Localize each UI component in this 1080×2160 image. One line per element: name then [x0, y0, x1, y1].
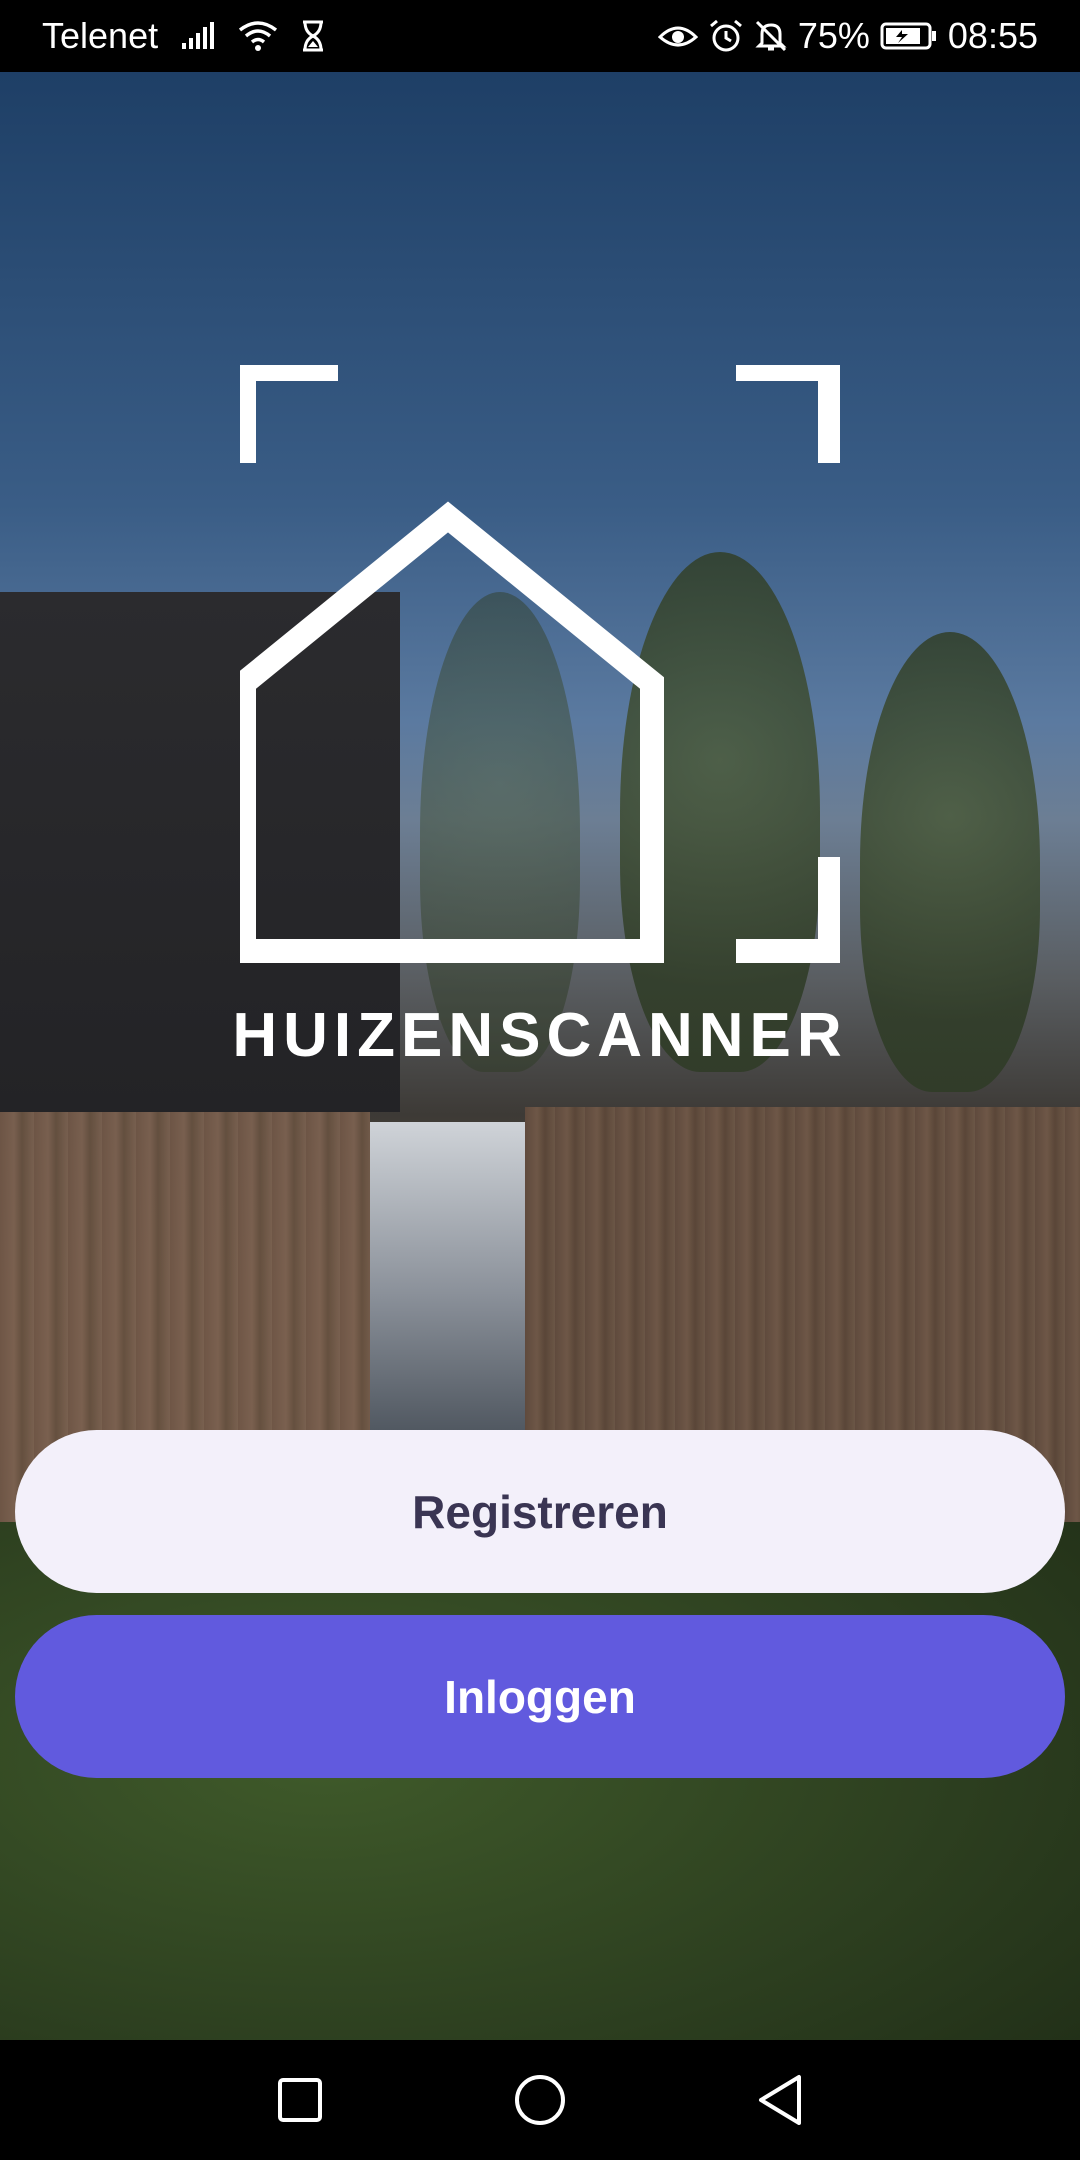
house-scan-icon: [232, 357, 842, 963]
hourglass-icon: [300, 20, 326, 52]
recent-apps-icon[interactable]: [260, 2060, 340, 2140]
wifi-icon: [238, 20, 278, 52]
grass-area: [0, 1522, 1080, 2112]
app-screen: Telenet 75% 08:55 HUIZENSCANNER Registre…: [0, 0, 1080, 2160]
battery-percent: 75%: [797, 15, 870, 56]
brand-name: HUIZENSCANNER: [232, 1001, 848, 1070]
huizenscanner-logo: [232, 357, 842, 965]
signal-icon: [180, 21, 216, 51]
battery-icon: [880, 21, 938, 51]
navigation-bar: [0, 2040, 1080, 2160]
carrier-name: Telenet: [42, 15, 159, 56]
login-button[interactable]: Inloggen: [15, 1615, 1065, 1778]
register-button[interactable]: Registreren: [15, 1430, 1065, 1593]
status-bar: Telenet 75% 08:55: [0, 0, 1080, 72]
bell-off-icon: [754, 19, 788, 53]
clock-time: 08:55: [947, 15, 1038, 56]
alarm-icon: [708, 19, 744, 53]
home-icon[interactable]: [500, 2060, 580, 2140]
back-icon[interactable]: [740, 2060, 820, 2140]
eye-icon: [657, 21, 698, 51]
